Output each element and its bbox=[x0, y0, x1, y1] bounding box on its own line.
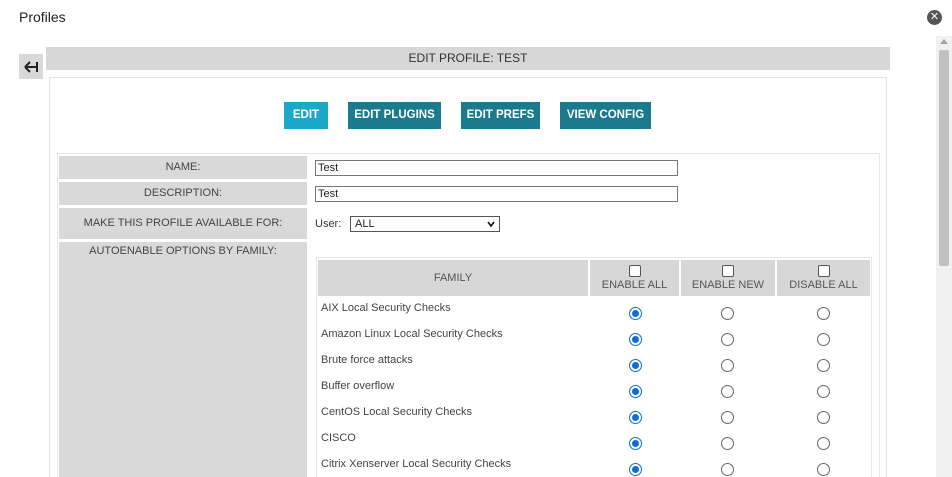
enable-all-radio[interactable] bbox=[629, 307, 642, 320]
back-arrow-icon bbox=[24, 60, 38, 73]
table-row: Amazon Linux Local Security Checks bbox=[318, 324, 870, 350]
enable-all-radio[interactable] bbox=[629, 333, 642, 346]
scroll-up-icon[interactable] bbox=[940, 39, 948, 44]
page-title: EDIT PROFILE: TEST bbox=[46, 47, 890, 70]
name-label: NAME: bbox=[59, 156, 307, 179]
disable-all-radio[interactable] bbox=[817, 437, 830, 450]
enable-all-radio[interactable] bbox=[629, 411, 642, 424]
content-area: EDIT PROFILE: TEST EDIT EDIT PLUGINS EDI… bbox=[0, 36, 936, 477]
enable-all-radio[interactable] bbox=[629, 463, 642, 476]
family-name: Amazon Linux Local Security Checks bbox=[321, 328, 503, 340]
enable-all-label: ENABLE ALL bbox=[601, 279, 668, 291]
table-row: Brute force attacks bbox=[318, 350, 870, 376]
family-name: CISCO bbox=[321, 432, 356, 444]
enable-new-radio[interactable] bbox=[721, 333, 734, 346]
description-label: DESCRIPTION: bbox=[59, 182, 307, 205]
tab-edit-prefs[interactable]: EDIT PREFS bbox=[461, 102, 540, 129]
disable-all-radio[interactable] bbox=[817, 359, 830, 372]
disable-all-checkbox[interactable] bbox=[817, 265, 830, 277]
table-row: CentOS Local Security Checks bbox=[318, 402, 870, 428]
disable-all-radio[interactable] bbox=[817, 411, 830, 424]
family-name: AIX Local Security Checks bbox=[321, 302, 451, 314]
close-icon[interactable]: ✕ bbox=[927, 10, 942, 25]
family-name: CentOS Local Security Checks bbox=[321, 406, 473, 418]
enable-new-radio[interactable] bbox=[721, 437, 734, 450]
disable-all-radio[interactable] bbox=[817, 307, 830, 320]
family-name: Citrix Xenserver Local Security Checks bbox=[321, 458, 512, 470]
table-row: Buffer overflow bbox=[318, 376, 870, 402]
enable-new-radio[interactable] bbox=[721, 307, 734, 320]
enable-all-radio[interactable] bbox=[629, 385, 642, 398]
enable-all-header: ENABLE ALL bbox=[590, 260, 679, 296]
disable-all-header: DISABLE ALL bbox=[777, 260, 870, 296]
enable-all-checkbox[interactable] bbox=[628, 265, 641, 277]
enable-new-header: ENABLE NEW bbox=[681, 260, 775, 296]
enable-new-radio[interactable] bbox=[721, 411, 734, 424]
enable-all-radio[interactable] bbox=[629, 437, 642, 450]
enable-all-radio[interactable] bbox=[629, 359, 642, 372]
disable-all-radio[interactable] bbox=[817, 463, 830, 476]
enable-new-radio[interactable] bbox=[721, 359, 734, 372]
chevron-down-icon bbox=[487, 221, 495, 228]
enable-new-label: ENABLE NEW bbox=[691, 279, 765, 291]
user-label: User: bbox=[315, 218, 342, 230]
window-titlebar: Profiles ✕ bbox=[0, 0, 952, 36]
user-select[interactable]: ALL bbox=[350, 216, 500, 232]
scrollbar-thumb[interactable] bbox=[939, 50, 949, 266]
enable-new-radio[interactable] bbox=[721, 463, 734, 476]
window-title: Profiles bbox=[19, 9, 66, 25]
table-row: Citrix Xenserver Local Security Checks bbox=[318, 454, 870, 477]
description-field[interactable]: Test bbox=[315, 186, 678, 202]
name-field[interactable]: Test bbox=[315, 160, 678, 176]
disable-all-radio[interactable] bbox=[817, 385, 830, 398]
family-name: Buffer overflow bbox=[321, 380, 395, 392]
enable-new-radio[interactable] bbox=[721, 385, 734, 398]
enable-new-checkbox[interactable] bbox=[722, 265, 734, 277]
disable-all-label: DISABLE ALL bbox=[789, 279, 858, 291]
vertical-scrollbar[interactable] bbox=[936, 36, 952, 477]
autoenable-label: AUTOENABLE OPTIONS BY FAMILY: bbox=[59, 242, 307, 477]
back-button[interactable] bbox=[19, 54, 43, 79]
user-select-value: ALL bbox=[355, 218, 375, 230]
family-name: Brute force attacks bbox=[321, 354, 413, 366]
tab-view-config[interactable]: VIEW CONFIG bbox=[560, 102, 651, 129]
table-row: AIX Local Security Checks bbox=[318, 298, 870, 324]
family-column-header: FAMILY bbox=[318, 260, 588, 296]
tab-edit[interactable]: EDIT bbox=[284, 102, 328, 129]
disable-all-radio[interactable] bbox=[817, 333, 830, 346]
availability-label: MAKE THIS PROFILE AVAILABLE FOR: bbox=[59, 208, 307, 239]
table-row: CISCO bbox=[318, 428, 870, 454]
tab-edit-plugins[interactable]: EDIT PLUGINS bbox=[348, 102, 441, 129]
